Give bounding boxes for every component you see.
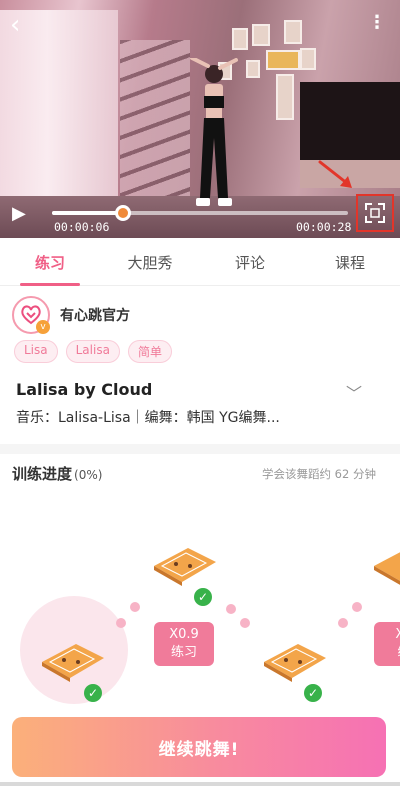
fullscreen-icon [365,203,385,223]
back-arrow-icon[interactable]: ‹ [10,12,20,38]
path-dot [226,604,236,614]
training-track: ✓ ✓ X0.9 练习 ✓ X0 练 [0,500,400,716]
training-hint: 学会该舞蹈约 62 分钟 [262,467,376,481]
author-name[interactable]: 有心跳官方 [60,305,130,325]
fullscreen-button[interactable] [356,194,394,232]
stage-floor-icon[interactable] [150,544,220,588]
path-dot [352,602,362,612]
speed-label: 练习 [170,644,197,660]
video-progress-fill [52,211,124,215]
stage-floor-icon[interactable] [260,640,330,684]
completed-check-icon: ✓ [84,684,102,702]
speed-value: X0 [395,627,400,642]
video-player[interactable]: ‹ ⋮ ▶ 00:00:06 00:00:28 [0,0,400,238]
tag-list: Lisa Lalisa 简单 [14,340,172,363]
avatar[interactable]: v [12,296,50,334]
tab-bar: 练习 大胆秀 评论 课程 [0,238,400,286]
annotation-arrow [318,160,352,188]
speed-practice-card[interactable]: X0 练 [374,622,400,666]
tag-chip[interactable]: Lisa [14,340,58,363]
completed-check-icon: ✓ [194,588,212,606]
completed-check-icon: ✓ [304,684,322,702]
stage-floor-icon[interactable] [370,544,400,588]
training-title-text: 训练进度 [12,465,73,483]
play-icon[interactable]: ▶ [12,205,26,223]
home-indicator [0,782,400,786]
path-dot [240,618,250,628]
chevron-down-icon[interactable]: ﹀ [346,380,362,404]
path-dot [130,602,140,612]
continue-dance-button[interactable]: 继续跳舞! [12,717,386,777]
tab-comments[interactable]: 评论 [200,238,300,285]
video-progress-bar[interactable] [52,205,348,221]
training-title: 训练进度 (0%) [12,463,102,484]
section-divider [0,444,400,454]
tab-practice[interactable]: 练习 [0,238,100,286]
tab-show[interactable]: 大胆秀 [100,238,200,285]
more-vertical-icon[interactable]: ⋮ [368,14,386,32]
current-time: 00:00:06 [54,220,110,234]
tag-chip[interactable]: Lalisa [65,340,120,363]
video-progress-knob[interactable] [115,205,132,221]
author-row[interactable]: v 有心跳官方 [12,296,130,334]
tag-chip[interactable]: 简单 [127,340,172,363]
path-dot [116,618,126,628]
speed-value: X0.9 [169,627,199,642]
tv [300,82,400,160]
path-dot [338,618,348,628]
speed-practice-card[interactable]: X0.9 练习 [154,622,214,666]
song-meta: 音乐：Lalisa-Lisa｜编舞：韩国 YG编舞... [16,410,280,426]
total-time: 00:00:28 [296,220,352,234]
stage-floor-icon[interactable] [38,640,108,684]
song-title: Lalisa by Cloud [16,380,153,399]
training-percent: (0%) [74,468,103,482]
verified-badge: v [36,320,50,334]
speed-label: 练 [374,644,400,662]
dancer-figure [190,58,238,206]
tab-course[interactable]: 课程 [300,238,400,285]
